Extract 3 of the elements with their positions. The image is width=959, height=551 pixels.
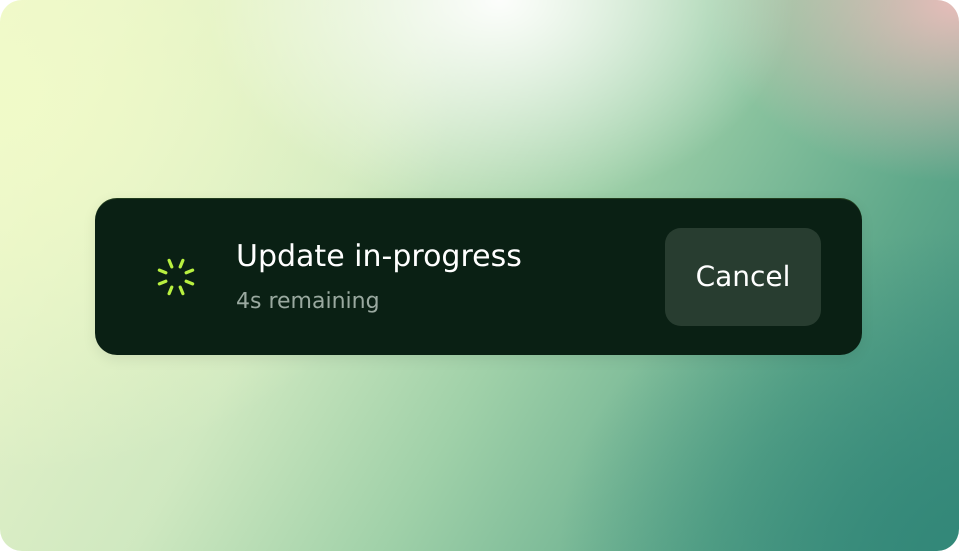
cancel-button[interactable]: Cancel: [665, 228, 821, 326]
toast-title: Update in-progress: [236, 238, 523, 274]
time-remaining: 4s remaining: [236, 288, 381, 314]
